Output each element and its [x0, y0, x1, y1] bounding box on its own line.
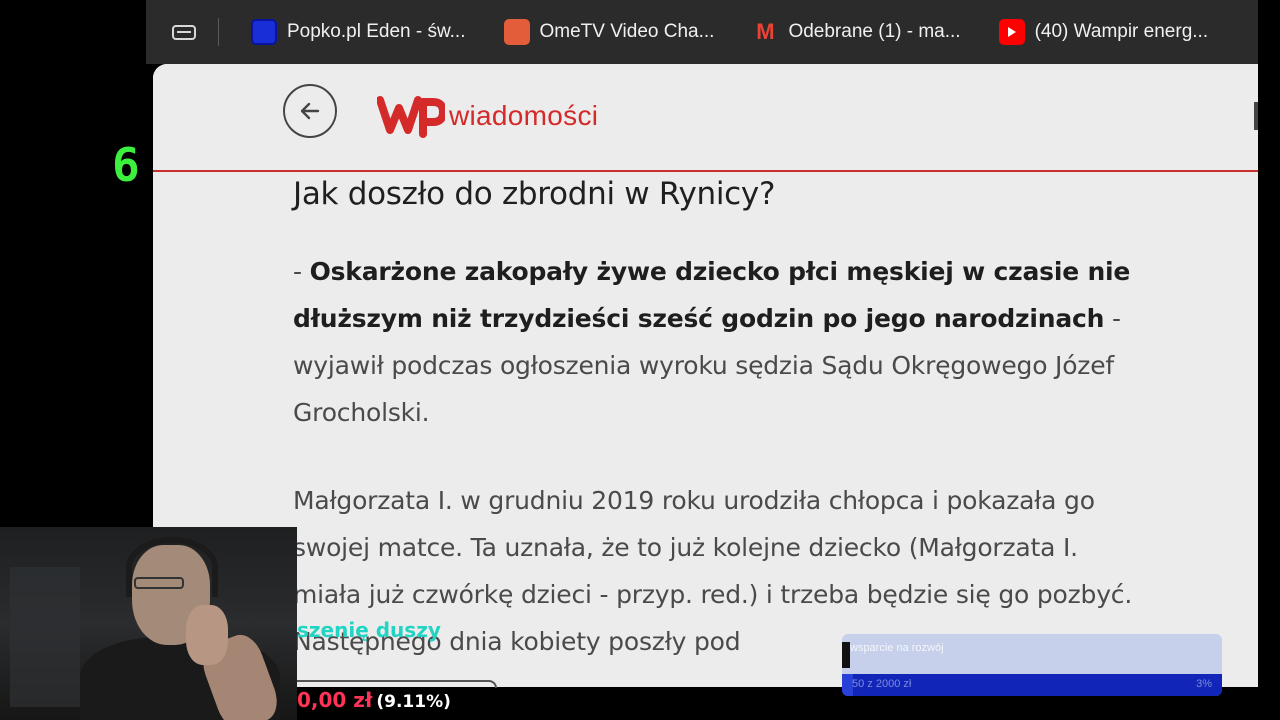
- tab-youtube[interactable]: (40) Wampir energ...: [985, 12, 1223, 52]
- goal-title: wsparcie na rozwój: [850, 642, 944, 654]
- article-body: Jak doszło do zbrodni w Rynicy? - Oskarż…: [293, 174, 1153, 665]
- headset: [126, 537, 218, 597]
- tab-title: OmeTV Video Cha...: [539, 21, 715, 42]
- donation-percent: (9.11%): [376, 692, 451, 712]
- site-header: wiadomości: [153, 64, 1258, 172]
- scrollbar-thumb[interactable]: [1254, 102, 1258, 130]
- back-button[interactable]: [283, 84, 337, 138]
- arrow-left-icon: [300, 102, 320, 120]
- tab-gmail[interactable]: M Odebrane (1) - ma...: [738, 12, 974, 52]
- tab-search-button[interactable]: [162, 10, 206, 54]
- stream-overlay-text: szenię duszy: [297, 618, 441, 642]
- goal-progress-bar: 50 z 2000 zł 3%: [842, 674, 1222, 696]
- ometv-favicon-icon: [503, 19, 530, 45]
- goal-amount: 50 z 2000 zł: [852, 678, 912, 690]
- webcam-overlay: [0, 527, 297, 720]
- article-heading: Jak doszło do zbrodni w Rynicy?: [293, 176, 776, 212]
- tab-title: (40) Wampir energ...: [1034, 21, 1209, 42]
- popko-favicon-icon: [251, 19, 277, 45]
- tab-title: Popko.pl Eden - św...: [287, 21, 466, 42]
- quote-dash: -: [293, 257, 310, 286]
- browser-tab-strip: Popko.pl Eden - św... OmeTV Video Cha...…: [146, 0, 1258, 64]
- tab-ometv[interactable]: OmeTV Video Cha...: [490, 12, 729, 52]
- tab-title: Odebrane (1) - ma...: [788, 21, 961, 42]
- tab-separator: [218, 18, 219, 46]
- logo-text: wiadomości: [449, 100, 599, 131]
- donation-bar-frame: [297, 680, 497, 688]
- wp-logo-icon: [377, 96, 445, 138]
- donation-amount: 0,00 zł: [297, 688, 373, 712]
- background-shelf: [10, 567, 80, 707]
- goal-percent: 3%: [1196, 678, 1212, 690]
- quote-bold: Oskarżone zakopały żywe dziecko płci męs…: [293, 257, 1131, 333]
- youtube-favicon-icon: [998, 19, 1025, 45]
- person-hand: [186, 605, 228, 665]
- page-content: wiadomości Jak doszło do zbrodni w Rynic…: [153, 64, 1258, 687]
- donation-goal-widget: wsparcie na rozwój 50 z 2000 zł 3%: [842, 634, 1222, 696]
- tab-list-icon: [172, 24, 196, 40]
- tab-popko[interactable]: Popko.pl Eden - św...: [237, 12, 480, 52]
- wp-logo[interactable]: wiadomości: [377, 94, 598, 138]
- gmail-favicon-icon: M: [756, 19, 775, 44]
- donation-counter: 0,00 zł (9.11%): [297, 688, 451, 712]
- article-paragraph: - Oskarżone zakopały żywe dziecko płci m…: [293, 248, 1153, 436]
- goal-marker: [842, 642, 850, 668]
- overlay-number: 6: [112, 138, 140, 192]
